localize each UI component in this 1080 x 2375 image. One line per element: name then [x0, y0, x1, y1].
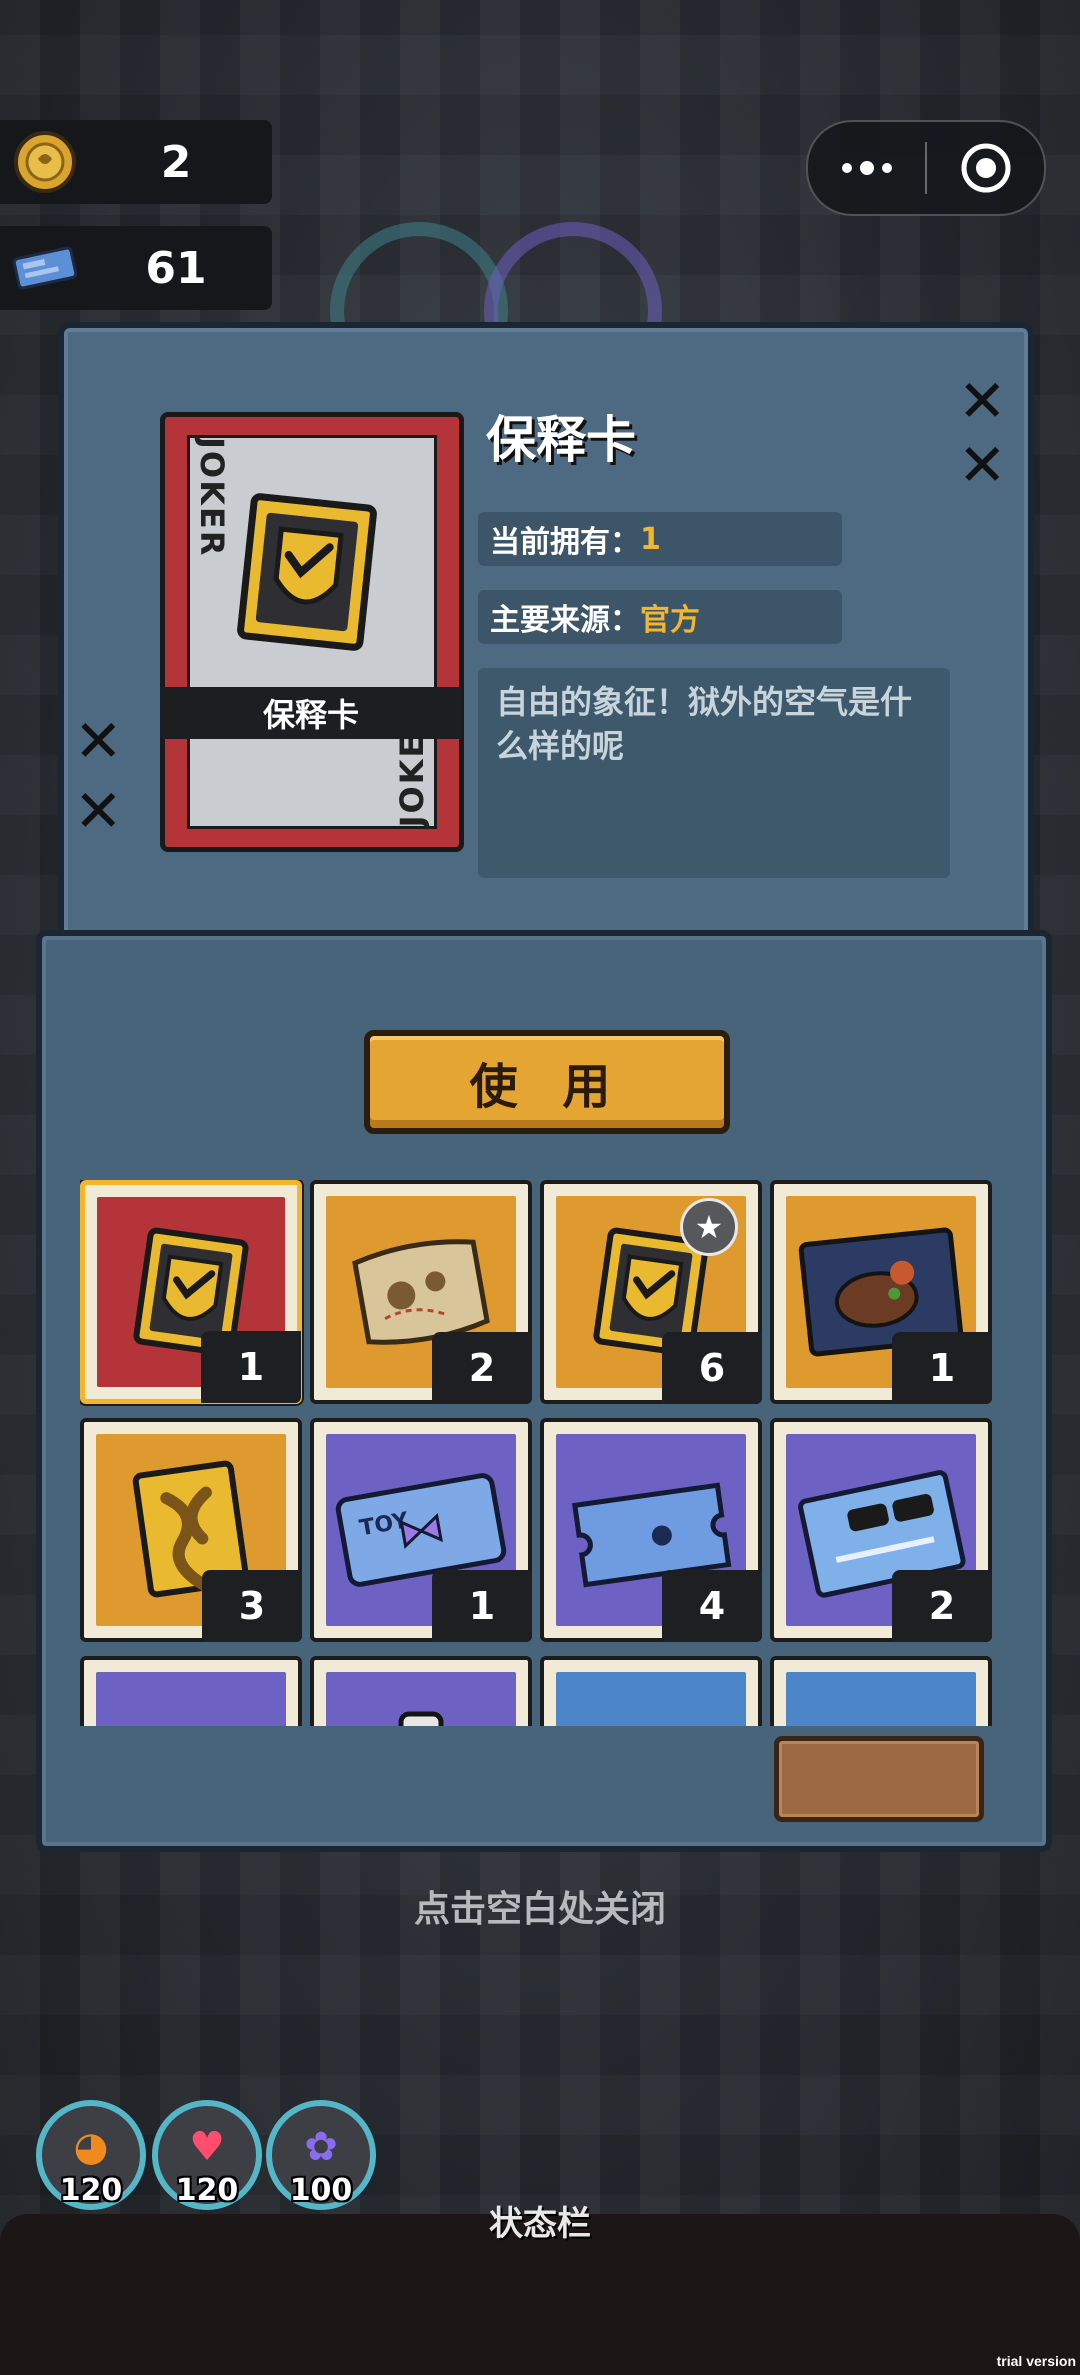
- close-hint[interactable]: 点击空白处关闭: [0, 1880, 1080, 1932]
- item-count: 1: [892, 1332, 992, 1404]
- bail-card-icon: [237, 493, 377, 651]
- star-badge-icon: ★: [680, 1198, 738, 1256]
- decor-x-mark: ✕: [74, 777, 123, 845]
- trial-version-label: trial version: [996, 2353, 1076, 2369]
- red-item-icon: [96, 1672, 286, 1726]
- inventory-slot[interactable]: TOY 1: [310, 1418, 532, 1642]
- ticket-counter: 61: [0, 226, 272, 310]
- inventory-slot[interactable]: [310, 1656, 532, 1726]
- owned-value: 1: [640, 521, 661, 557]
- inventory-slot[interactable]: 2: [310, 1180, 532, 1404]
- inventory-slot[interactable]: 4: [540, 1418, 762, 1642]
- coin-icon: [10, 127, 80, 197]
- close-miniprogram-button[interactable]: [927, 122, 1044, 214]
- more-dots-icon: [841, 161, 892, 175]
- item-count: 1: [201, 1331, 301, 1403]
- item-count: 4: [662, 1570, 762, 1642]
- bottle-item-icon: [326, 1672, 516, 1726]
- owned-label: 当前拥有：: [490, 525, 640, 560]
- coin-value: 2: [160, 136, 192, 188]
- inventory-slot[interactable]: [80, 1656, 302, 1726]
- item-count: 6: [662, 1332, 762, 1404]
- stat-hunger[interactable]: ◕ 120: [36, 2100, 146, 2210]
- ticket-value: 61: [145, 242, 207, 294]
- inventory-slot[interactable]: 1: [770, 1180, 992, 1404]
- card-name-band: 保释卡: [160, 687, 462, 739]
- red-item-icon: [786, 1672, 976, 1726]
- wood-plank-decor: [774, 1736, 984, 1822]
- inventory-slot[interactable]: 3: [80, 1418, 302, 1642]
- inventory-slot[interactable]: [540, 1656, 762, 1726]
- inventory-grid: 1 2 ★ 6 1 3 TOY 1 4 2: [80, 1180, 1000, 1726]
- use-button[interactable]: 使 用: [364, 1030, 730, 1134]
- item-count: 2: [432, 1332, 532, 1404]
- decor-x-mark: ✕: [74, 707, 123, 775]
- source-value: 官方: [640, 603, 700, 638]
- hunger-icon: ◕: [73, 2124, 109, 2170]
- heart-icon: ♥: [189, 2124, 225, 2170]
- stat-brain[interactable]: ✿ 100: [266, 2100, 376, 2210]
- more-menu-button[interactable]: [808, 122, 925, 214]
- inventory-slot[interactable]: 1: [80, 1180, 302, 1404]
- inventory-slot[interactable]: [770, 1656, 992, 1726]
- inventory-slot[interactable]: ★ 6: [540, 1180, 762, 1404]
- decor-x-mark: ✕: [958, 367, 1007, 435]
- item-description: 自由的象征！狱外的空气是什么样的呢: [478, 668, 950, 878]
- brain-icon: ✿: [304, 2124, 338, 2170]
- ticket-icon: [10, 233, 80, 303]
- status-bar-label: 状态栏: [489, 2204, 591, 2244]
- item-card-large: JOKER JOKER 保释卡: [160, 412, 464, 852]
- inventory-slot[interactable]: 2: [770, 1418, 992, 1642]
- source-row: 主要来源： 官方: [478, 590, 842, 644]
- target-close-icon: [961, 143, 1010, 193]
- item-title: 保释卡: [486, 411, 636, 469]
- source-label: 主要来源：: [490, 603, 640, 638]
- decor-x-mark: ✕: [958, 431, 1007, 499]
- card-back-text: JOKER: [193, 437, 231, 558]
- item-count: 2: [892, 1570, 992, 1642]
- item-count: 3: [202, 1570, 302, 1642]
- miniprogram-capsule: [806, 120, 1046, 216]
- stat-heart[interactable]: ♥ 120: [152, 2100, 262, 2210]
- item-count: 1: [432, 1570, 532, 1642]
- owned-row: 当前拥有： 1: [478, 512, 842, 566]
- coin-counter: 2: [0, 120, 272, 204]
- gray-item-icon: [556, 1672, 746, 1726]
